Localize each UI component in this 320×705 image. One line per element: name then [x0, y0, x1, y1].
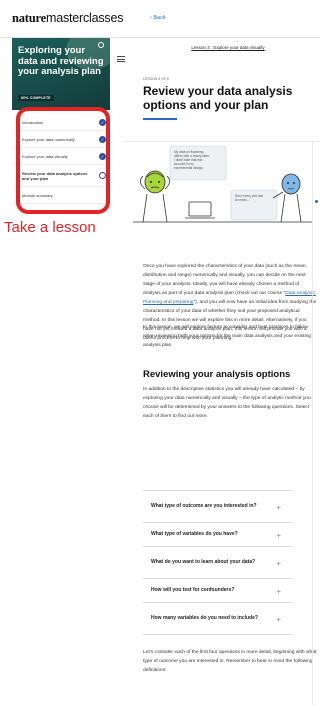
- scroll-indicator[interactable]: [315, 200, 318, 203]
- accordion-question: What type of variables do you have?: [151, 531, 238, 537]
- plus-icon[interactable]: +: [276, 559, 281, 568]
- plus-icon[interactable]: +: [276, 503, 281, 512]
- lesson-count: LESSON 4 OF 5: [143, 77, 169, 81]
- accordion-question: How will you test for confounders?: [151, 587, 235, 593]
- top-bar: naturemasterclasses ‹ Back: [0, 0, 320, 38]
- brand-bold: nature: [12, 11, 46, 25]
- lesson-illustration: My data on flowering differs with a heav…: [123, 141, 320, 228]
- accordion-item-variables[interactable]: What type of variables do you have? +: [143, 523, 293, 547]
- accordion-item-confounders[interactable]: How will you test for confounders? +: [143, 579, 293, 603]
- lesson-goal-paragraph: In this lesson, we will explore factors …: [143, 325, 312, 348]
- previous-lesson-link[interactable]: Lesson 3 : Explore your data visually: [178, 45, 278, 50]
- section-paragraph: In addition to the descriptive statistic…: [143, 387, 311, 419]
- brand-light: masterclasses: [46, 11, 124, 25]
- closing-paragraph: Let's consider each of the first four qu…: [143, 650, 317, 673]
- back-link[interactable]: ‹ Back: [150, 15, 166, 21]
- researchers-illustration: My data on flowering differs with a heav…: [133, 145, 313, 223]
- intro-text-a: Once you have explored the characteristi…: [143, 264, 307, 296]
- accordion-item-variable-count[interactable]: How many variables do you need to includ…: [143, 603, 293, 635]
- researcher-left-figure: [144, 170, 166, 194]
- progress-badge: 60% COMPLETE: [18, 95, 54, 101]
- accordion-question: What type of outcome are you interested …: [151, 503, 257, 509]
- questions-accordion: What type of outcome are you interested …: [143, 490, 293, 635]
- brand-logo[interactable]: naturemasterclasses: [12, 11, 123, 26]
- accordion-question: What do you want to learn about your dat…: [151, 559, 256, 565]
- accordion-item-outcome[interactable]: What type of outcome are you interested …: [143, 491, 293, 523]
- scrollbar-track[interactable]: [312, 142, 313, 705]
- plus-icon[interactable]: +: [276, 587, 281, 596]
- researcher-right-figure: [281, 173, 301, 195]
- plus-icon[interactable]: +: [276, 531, 281, 540]
- chevron-up-icon[interactable]: ^: [237, 39, 239, 44]
- take-a-lesson-annotation: Take a lesson: [4, 219, 96, 236]
- accordion-item-learn[interactable]: What do you want to learn about your dat…: [143, 547, 293, 579]
- course-hero: Exploring your data and reviewing your a…: [12, 38, 110, 110]
- menu-icon[interactable]: [117, 56, 125, 64]
- course-title: Exploring your data and reviewing your a…: [18, 45, 104, 77]
- plus-icon[interactable]: +: [276, 615, 281, 624]
- title-underline: [143, 118, 177, 120]
- accordion-question: How many variables do you need to includ…: [151, 615, 258, 621]
- page-title: Review your data analysis options and yo…: [143, 84, 293, 112]
- lesson-highlight-outline: [16, 107, 110, 214]
- laptop-icon: [188, 201, 212, 217]
- section-heading: Reviewing your analysis options: [143, 369, 291, 380]
